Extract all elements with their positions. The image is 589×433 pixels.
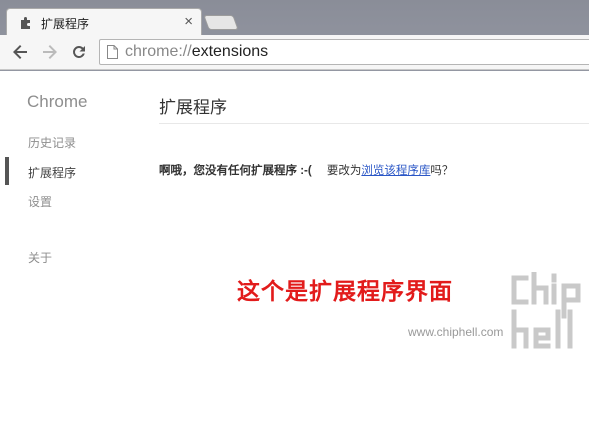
sidebar-item-about[interactable]: 关于 [28, 249, 52, 266]
address-bar[interactable]: chrome://extensions [99, 39, 589, 65]
url-host: extensions [191, 43, 269, 60]
page-title: 扩展程序 [159, 98, 227, 117]
tab-strip: 扩展程序 × [0, 0, 589, 36]
sidebar-item-settings[interactable]: 设置 [28, 193, 52, 210]
title-divider [159, 123, 589, 124]
url-text: chrome://extensions [125, 43, 268, 61]
sidebar-brand: Chrome [27, 92, 88, 111]
chiphell-logo [511, 272, 581, 349]
puzzle-icon [21, 17, 30, 29]
browser-window: 扩展程序 × chrome://extensions Chrome 历史记录 扩… [0, 0, 589, 433]
new-tab-button[interactable] [203, 15, 239, 30]
suggestion-prefix: 要改为 [326, 165, 362, 177]
sidebar-item-history[interactable]: 历史记录 [28, 134, 76, 151]
sidebar-item-extensions[interactable]: 扩展程序 [28, 164, 76, 181]
page-icon [107, 45, 118, 59]
tab-extensions[interactable]: 扩展程序 × [6, 8, 202, 36]
overlay-caption: 这个是扩展程序界面 [237, 278, 453, 304]
toolbar: chrome://extensions [0, 35, 589, 70]
empty-message: 啊哦，您没有任何扩展程序 :-( 要改为浏览该程序库吗？ [159, 162, 453, 178]
watermark-url: www.chiphell.com [408, 325, 504, 339]
extensions-page: Chrome 历史记录 扩展程序 设置 关于 扩展程序 啊哦，您没有任何扩展程序… [0, 71, 589, 433]
back-arrow-icon[interactable] [11, 43, 29, 61]
empty-message-text: 啊哦，您没有任何扩展程序 :-( [159, 165, 312, 177]
tab-title: 扩展程序 [41, 17, 90, 31]
gallery-link[interactable]: 浏览该程序库 [361, 165, 430, 177]
reload-icon[interactable] [70, 43, 88, 61]
forward-arrow-icon[interactable] [41, 43, 59, 61]
close-icon[interactable]: × [184, 13, 193, 30]
url-scheme: chrome:// [125, 43, 192, 60]
active-indicator [5, 157, 9, 185]
suggestion-suffix: 吗？ [430, 165, 454, 177]
